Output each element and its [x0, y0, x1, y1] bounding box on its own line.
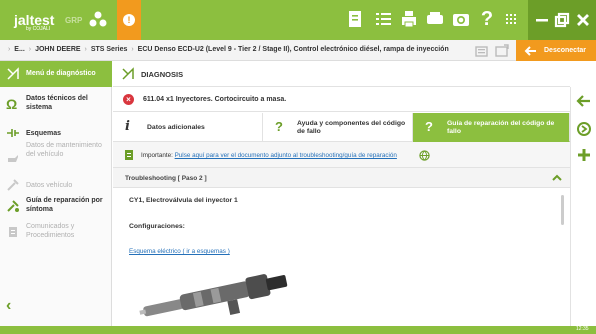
disconnect-button[interactable]: Desconectar [516, 40, 596, 61]
tab-bar: i Datos adicionales ? Ayuda y componente… [113, 113, 570, 142]
important-notice: Importante: Pulse aquí para ver el docum… [113, 142, 570, 168]
fault-code-text: 611.04 x1 Inyectores. Cortocircuito a ma… [143, 96, 287, 103]
diagnosis-header: DIAGNOSIS [113, 61, 570, 87]
diagnosis-icon [7, 67, 19, 80]
restore-icon[interactable] [552, 10, 572, 30]
tab-label: Guía de reparación del código de fallo [447, 120, 555, 135]
breadcrumb-item[interactable]: E... [14, 46, 25, 53]
sidebar-item-label: Datos técnicos del sistema [26, 95, 88, 111]
tab-additional-data[interactable]: i Datos adicionales [113, 113, 263, 142]
sidebar-item-vehicle-data: Datos vehículo [0, 173, 112, 195]
tab-label: Datos adicionales [147, 124, 205, 131]
injector-image [139, 274, 288, 317]
close-icon[interactable] [573, 10, 593, 30]
sidebar-item-label: Comunicados y Procedimientos [26, 223, 75, 239]
print-icon[interactable] [424, 8, 446, 30]
sidebar-item-bulletins: Comunicados y Procedimientos [0, 219, 112, 245]
globe-icon[interactable] [419, 150, 430, 161]
right-toolbar [570, 87, 596, 326]
troubleshooting-header[interactable]: Troubleshooting [ Paso 2 ] [113, 168, 570, 188]
configurations-label: Configuraciones: [129, 223, 185, 230]
tab-repair-guide[interactable]: ? Guía de reparación del código de fallo [413, 113, 570, 142]
top-bar: jaltest by COJALI GRP ! ? [0, 0, 596, 40]
diagnosis-step-icon[interactable] [576, 121, 592, 137]
clock: 12:35 [576, 326, 589, 332]
jaltest-logo: jaltest by COJALI [14, 12, 54, 32]
sidebar-item-label: Esquemas [26, 130, 62, 137]
schematic-icon [7, 129, 19, 137]
help-icon[interactable]: ? [476, 8, 498, 30]
arrow-left-icon [524, 46, 536, 56]
chevron-up-icon[interactable] [551, 172, 563, 184]
sidebar-item-label: Menú de diagnóstico [26, 70, 96, 77]
tools-icon [7, 179, 19, 191]
breadcrumb-item[interactable]: JOHN DEERE [35, 46, 81, 53]
breadcrumb-item[interactable]: STS Series [91, 46, 128, 53]
info-icon: i [125, 119, 130, 134]
list-icon[interactable] [372, 8, 394, 30]
back-button[interactable]: ‹ [6, 297, 11, 315]
component-title: CY1, Electroválvula del inyector 1 [129, 197, 238, 204]
sidebar-item-label: Datos de mantenimiento del vehículo [26, 142, 102, 158]
sidebar: Menú de diagnóstico Ω Datos técnicos del… [0, 61, 112, 326]
documents-icon [9, 227, 17, 237]
ohm-icon: Ω [6, 96, 18, 112]
troubleshooting-content: CY1, Electroválvula del inyector 1 Confi… [113, 189, 570, 326]
tab-label: Ayuda y componentes del código de fallo [297, 120, 406, 135]
vehicle-group-icon[interactable] [88, 10, 108, 30]
diagnosis-icon [122, 67, 134, 80]
window-controls [528, 0, 596, 40]
grp-label: GRP [65, 16, 83, 25]
report-icon[interactable] [344, 8, 366, 30]
fault-code-row: × 611.04 x1 Inyectores. Cortocircuito a … [113, 87, 570, 112]
repair-guide-icon: ? [425, 119, 433, 134]
page-title: DIAGNOSIS [141, 70, 184, 79]
disconnect-label: Desconectar [544, 47, 587, 54]
minimize-icon[interactable] [532, 10, 552, 30]
apps-icon[interactable] [500, 8, 522, 30]
document-icon [125, 150, 133, 160]
add-icon[interactable] [576, 147, 592, 163]
important-prefix: Importante: [141, 152, 175, 159]
sidebar-item-repair-guide[interactable]: Guía de reparación por síntoma [0, 194, 112, 220]
attachment-link[interactable]: Pulse aquí para ver el documento adjunto… [175, 152, 397, 159]
sidebar-item-label: Datos vehículo [26, 182, 73, 189]
repair-guide-icon [7, 200, 19, 212]
camera-icon[interactable] [450, 8, 472, 30]
printer-icon[interactable] [398, 8, 420, 30]
help-icon: ? [275, 119, 283, 134]
alert-button[interactable]: ! [117, 0, 141, 40]
troubleshooting-title: Troubleshooting [ Paso 2 ] [125, 175, 207, 182]
breadcrumb: › E... › JOHN DEERE › STS Series › ECU D… [8, 46, 449, 53]
sidebar-item-diagnosis-menu[interactable]: Menú de diagnóstico [0, 61, 112, 87]
ecu-connection-icon [475, 46, 488, 57]
arrow-left-icon[interactable] [576, 93, 592, 109]
scrollbar[interactable] [561, 195, 564, 225]
breadcrumb-item: ECU Denso ECD-U2 (Level 9 - Tier 2 / Sta… [137, 46, 449, 53]
breadcrumb-bar: › E... › JOHN DEERE › STS Series › ECU D… [0, 40, 596, 61]
sidebar-item-technical-data[interactable]: Ω Datos técnicos del sistema [0, 91, 112, 119]
ecu-disconnect-icon [495, 44, 509, 57]
tab-help-components[interactable]: ? Ayuda y componentes del código de fall… [263, 113, 413, 142]
error-icon: × [123, 94, 134, 105]
alert-icon: ! [123, 14, 135, 26]
status-bar: 12:35 [0, 326, 596, 334]
sidebar-item-maintenance: Datos de mantenimiento del vehículo [0, 141, 112, 175]
oil-can-icon [8, 155, 18, 162]
sidebar-item-label: Guía de reparación por síntoma [26, 197, 103, 213]
